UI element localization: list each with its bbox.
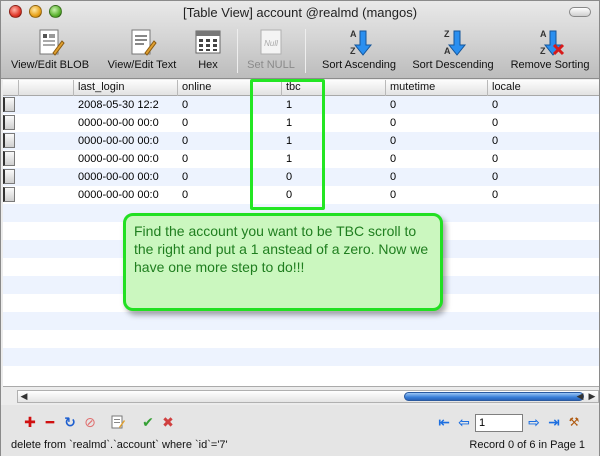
tbc-column-highlight	[250, 79, 325, 210]
table-cell-locale[interactable]: 0	[488, 186, 599, 204]
table-cell-mutetime[interactable]: 0	[386, 132, 488, 150]
sort-ascending-icon: A Z	[350, 29, 373, 56]
hex-grid-icon	[195, 30, 221, 54]
svg-text:A: A	[350, 29, 357, 39]
column-header-last-login[interactable]: last_login	[74, 80, 178, 96]
blob-document-icon	[39, 29, 65, 56]
scroll-left-icon[interactable]: ◀	[18, 391, 30, 402]
first-page-icon[interactable]: ⇤	[437, 415, 451, 429]
table-cell-mutetime[interactable]: 0	[386, 114, 488, 132]
sort-descending-label: Sort Descending	[412, 59, 494, 71]
table-cell-locale[interactable]: 0	[488, 132, 599, 150]
table-cell-mutetime[interactable]: 0	[386, 96, 488, 114]
table-row[interactable]	[3, 348, 599, 366]
toolbar-separator	[237, 29, 238, 73]
cancel-x-icon[interactable]: ✖	[161, 415, 175, 429]
table-cell-locale[interactable]: 0	[488, 168, 599, 186]
set-null-label: Set NULL	[247, 59, 295, 71]
last-page-icon[interactable]: ⇥	[547, 415, 561, 429]
title-bar: [Table View] account @realmd (mangos)	[1, 1, 599, 23]
remove-sorting-button[interactable]: A Z Remove Sorting	[505, 27, 595, 75]
text-document-icon	[131, 29, 157, 56]
remove-sorting-icon: A Z	[540, 29, 565, 56]
table-cell-last-login[interactable]: 0000-00-00 00:0	[74, 114, 178, 132]
svg-text:A: A	[540, 29, 547, 39]
bottom-bar: ✚ ━ ↻ ⊘ ✔ ✖ ⇤ ⇦ 1 ⇨ ⇥ ⚒ delete from `rea…	[1, 405, 599, 456]
svg-text:Z: Z	[444, 29, 450, 39]
column-header-locale[interactable]: locale	[488, 80, 599, 96]
row-selector[interactable]	[3, 97, 15, 112]
hex-button[interactable]: Hex	[191, 27, 225, 75]
stop-icon[interactable]: ⊘	[83, 415, 97, 429]
svg-text:Z: Z	[540, 46, 546, 56]
edit-icon[interactable]	[111, 415, 125, 429]
table-cell-mutetime[interactable]: 0	[386, 168, 488, 186]
tools-icon[interactable]: ⚒	[567, 415, 581, 429]
next-page-icon[interactable]: ⇨	[527, 415, 541, 429]
row-header-column	[3, 80, 19, 96]
table-row[interactable]	[3, 312, 599, 330]
row-selector[interactable]	[3, 187, 15, 202]
table-cell-mutetime[interactable]: 0	[386, 150, 488, 168]
table-cell-locale[interactable]: 0	[488, 150, 599, 168]
svg-text:A: A	[444, 46, 451, 56]
status-query-text: delete from `realmd`.`account` where `id…	[11, 439, 228, 451]
sort-ascending-button[interactable]: A Z Sort Ascending	[315, 27, 403, 75]
toolbar: View/Edit BLOB View/Edit Text Hex Null S…	[1, 25, 599, 77]
row-selector[interactable]	[3, 115, 15, 130]
table-cell-locale[interactable]: 0	[488, 114, 599, 132]
table-cell-mutetime[interactable]: 0	[386, 186, 488, 204]
column-header-hidden[interactable]	[19, 80, 74, 96]
record-count-text: Record 0 of 6 in Page 1	[469, 439, 585, 451]
set-null-button[interactable]: Null Set NULL	[245, 27, 297, 75]
view-edit-blob-label: View/Edit BLOB	[10, 59, 90, 71]
confirm-check-icon[interactable]: ✔	[141, 415, 155, 429]
refresh-icon[interactable]: ↻	[63, 415, 77, 429]
sort-ascending-label: Sort Ascending	[322, 59, 396, 71]
table-view-window: [Table View] account @realmd (mangos) Vi…	[0, 0, 600, 456]
svg-text:Z: Z	[350, 46, 356, 56]
page-number-input[interactable]: 1	[475, 414, 523, 432]
row-selector[interactable]	[3, 151, 15, 166]
scrollbar-thumb[interactable]	[404, 392, 584, 401]
previous-page-icon[interactable]: ⇦	[457, 415, 471, 429]
table-cell-last-login[interactable]: 0000-00-00 00:0	[74, 168, 178, 186]
window-title: [Table View] account @realmd (mangos)	[182, 5, 418, 20]
window-chrome: [Table View] account @realmd (mangos) Vi…	[1, 1, 599, 79]
scroll-left-icon[interactable]: ◀	[574, 391, 586, 402]
toolbar-toggle-button[interactable]	[569, 7, 591, 17]
sort-descending-icon: Z A	[444, 29, 467, 56]
table-cell-last-login[interactable]: 2008-05-30 12:2	[74, 96, 178, 114]
delete-row-icon[interactable]: ━	[43, 415, 57, 429]
table-cell-last-login[interactable]: 0000-00-00 00:0	[74, 150, 178, 168]
view-edit-blob-button[interactable]: View/Edit BLOB	[7, 27, 93, 75]
add-row-icon[interactable]: ✚	[23, 415, 37, 429]
horizontal-scrollbar[interactable]: ◀ ◀ ▶	[17, 390, 599, 403]
toolbar-separator	[305, 29, 306, 73]
annotation-callout: Find the account you want to be TBC scro…	[123, 213, 443, 311]
column-header-mutetime[interactable]: mutetime	[386, 80, 488, 96]
table-cell-last-login[interactable]: 0000-00-00 00:0	[74, 186, 178, 204]
null-doc-icon: Null	[260, 29, 282, 55]
view-edit-text-label: View/Edit Text	[107, 59, 177, 71]
table-cell-locale[interactable]: 0	[488, 96, 599, 114]
scroll-right-icon[interactable]: ▶	[586, 391, 598, 402]
view-edit-text-button[interactable]: View/Edit Text	[99, 27, 185, 75]
row-selector[interactable]	[3, 133, 15, 148]
table-cell-last-login[interactable]: 0000-00-00 00:0	[74, 132, 178, 150]
remove-sorting-label: Remove Sorting	[510, 59, 590, 71]
sort-descending-button[interactable]: Z A Sort Descending	[407, 27, 499, 75]
hex-label: Hex	[198, 59, 218, 71]
null-badge-text: Null	[264, 39, 278, 48]
table-row[interactable]	[3, 366, 599, 384]
table-row[interactable]	[3, 330, 599, 348]
row-selector[interactable]	[3, 169, 15, 184]
